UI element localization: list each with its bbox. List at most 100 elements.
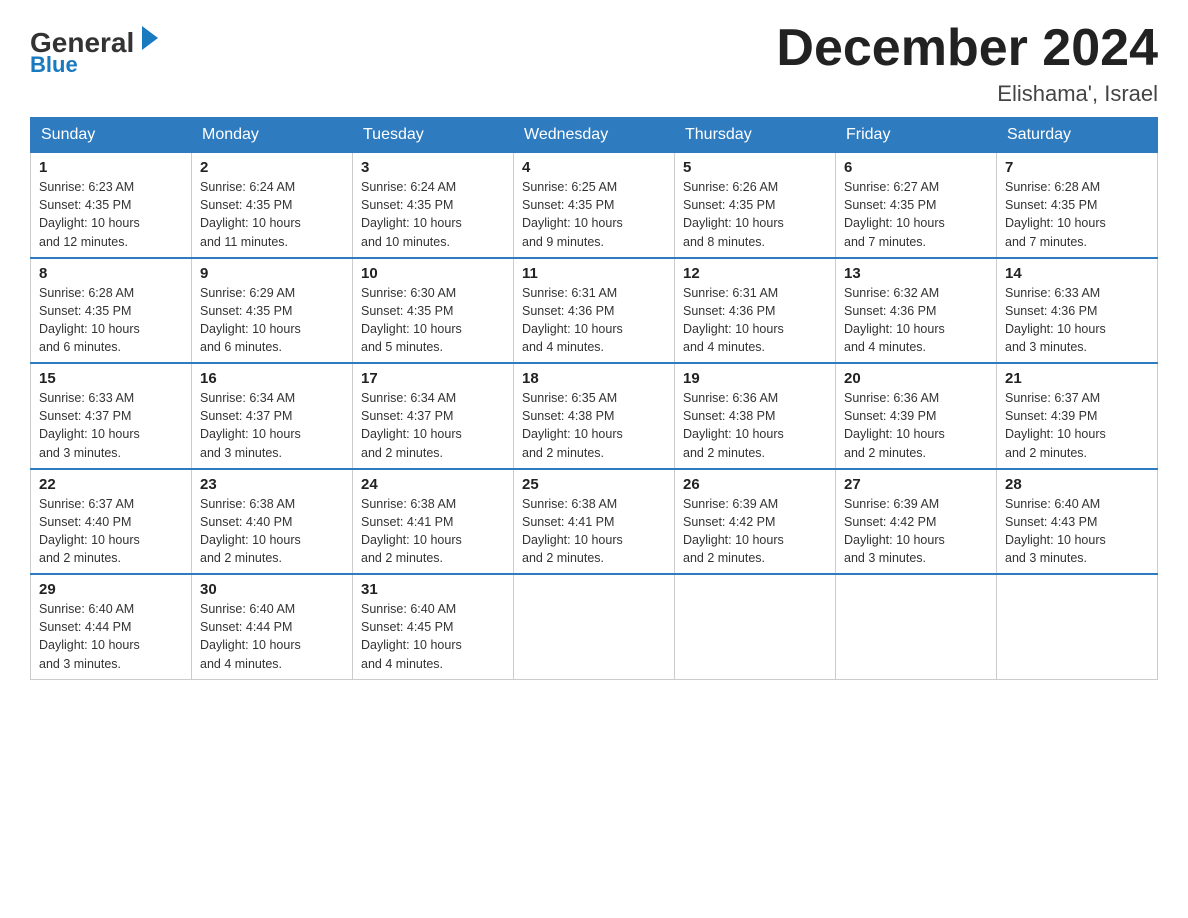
day-info: Sunrise: 6:31 AMSunset: 4:36 PMDaylight:… xyxy=(522,284,666,357)
day-info: Sunrise: 6:40 AMSunset: 4:44 PMDaylight:… xyxy=(39,600,183,673)
location: Elishama', Israel xyxy=(776,81,1158,107)
day-info: Sunrise: 6:37 AMSunset: 4:40 PMDaylight:… xyxy=(39,495,183,568)
calendar-cell: 25 Sunrise: 6:38 AMSunset: 4:41 PMDayligh… xyxy=(514,469,675,575)
calendar-cell: 4 Sunrise: 6:25 AMSunset: 4:35 PMDaylight… xyxy=(514,153,675,258)
day-number: 17 xyxy=(361,370,505,387)
calendar-cell: 11 Sunrise: 6:31 AMSunset: 4:36 PMDayligh… xyxy=(514,258,675,364)
day-info: Sunrise: 6:26 AMSunset: 4:35 PMDaylight:… xyxy=(683,178,827,251)
calendar-cell: 3 Sunrise: 6:24 AMSunset: 4:35 PMDaylight… xyxy=(353,153,514,258)
day-header-thursday: Thursday xyxy=(675,118,836,153)
day-info: Sunrise: 6:28 AMSunset: 4:35 PMDaylight:… xyxy=(1005,178,1149,251)
day-number: 3 xyxy=(361,159,505,176)
day-header-friday: Friday xyxy=(836,118,997,153)
day-number: 27 xyxy=(844,476,988,493)
page-header: General Blue December 2024 Elishama', Is… xyxy=(30,20,1158,107)
svg-text:Blue: Blue xyxy=(30,52,78,75)
calendar-cell: 16 Sunrise: 6:34 AMSunset: 4:37 PMDayligh… xyxy=(192,363,353,469)
day-info: Sunrise: 6:37 AMSunset: 4:39 PMDaylight:… xyxy=(1005,389,1149,462)
month-title: December 2024 xyxy=(776,20,1158,77)
day-number: 11 xyxy=(522,265,666,282)
week-row-1: 1Sunrise: 6:23 AMSunset: 4:35 PMDaylight… xyxy=(31,153,1158,258)
day-info: Sunrise: 6:34 AMSunset: 4:37 PMDaylight:… xyxy=(200,389,344,462)
calendar-cell: 27 Sunrise: 6:39 AMSunset: 4:42 PMDayligh… xyxy=(836,469,997,575)
day-number: 19 xyxy=(683,370,827,387)
day-header-sunday: Sunday xyxy=(31,118,192,153)
day-info: Sunrise: 6:24 AMSunset: 4:35 PMDaylight:… xyxy=(361,178,505,251)
day-number: 10 xyxy=(361,265,505,282)
day-number: 16 xyxy=(200,370,344,387)
day-info: Sunrise: 6:39 AMSunset: 4:42 PMDaylight:… xyxy=(844,495,988,568)
day-number: 23 xyxy=(200,476,344,493)
week-row-2: 8Sunrise: 6:28 AMSunset: 4:35 PMDaylight… xyxy=(31,258,1158,364)
day-number: 7 xyxy=(1005,159,1149,176)
calendar-cell: 20 Sunrise: 6:36 AMSunset: 4:39 PMDayligh… xyxy=(836,363,997,469)
day-info: Sunrise: 6:31 AMSunset: 4:36 PMDaylight:… xyxy=(683,284,827,357)
calendar-cell: 8Sunrise: 6:28 AMSunset: 4:35 PMDaylight… xyxy=(31,258,192,364)
calendar-cell: 28Sunrise: 6:40 AMSunset: 4:43 PMDayligh… xyxy=(997,469,1158,575)
day-number: 9 xyxy=(200,265,344,282)
week-row-5: 29 Sunrise: 6:40 AMSunset: 4:44 PMDayligh… xyxy=(31,574,1158,679)
calendar-cell xyxy=(675,574,836,679)
calendar-cell: 10Sunrise: 6:30 AMSunset: 4:35 PMDayligh… xyxy=(353,258,514,364)
day-header-monday: Monday xyxy=(192,118,353,153)
day-number: 26 xyxy=(683,476,827,493)
week-row-4: 22 Sunrise: 6:37 AMSunset: 4:40 PMDayligh… xyxy=(31,469,1158,575)
day-info: Sunrise: 6:33 AMSunset: 4:36 PMDaylight:… xyxy=(1005,284,1149,357)
calendar-cell: 5 Sunrise: 6:26 AMSunset: 4:35 PMDaylight… xyxy=(675,153,836,258)
day-info: Sunrise: 6:40 AMSunset: 4:43 PMDaylight:… xyxy=(1005,495,1149,568)
calendar-cell: 7 Sunrise: 6:28 AMSunset: 4:35 PMDaylight… xyxy=(997,153,1158,258)
day-info: Sunrise: 6:40 AMSunset: 4:45 PMDaylight:… xyxy=(361,600,505,673)
day-info: Sunrise: 6:27 AMSunset: 4:35 PMDaylight:… xyxy=(844,178,988,251)
day-number: 20 xyxy=(844,370,988,387)
day-number: 22 xyxy=(39,476,183,493)
day-number: 31 xyxy=(361,581,505,598)
day-header-saturday: Saturday xyxy=(997,118,1158,153)
day-number: 25 xyxy=(522,476,666,493)
day-info: Sunrise: 6:38 AMSunset: 4:41 PMDaylight:… xyxy=(522,495,666,568)
day-number: 18 xyxy=(522,370,666,387)
day-header-wednesday: Wednesday xyxy=(514,118,675,153)
day-info: Sunrise: 6:36 AMSunset: 4:39 PMDaylight:… xyxy=(844,389,988,462)
calendar-cell: 17 Sunrise: 6:34 AMSunset: 4:37 PMDayligh… xyxy=(353,363,514,469)
day-number: 8 xyxy=(39,265,183,282)
day-number: 29 xyxy=(39,581,183,598)
day-info: Sunrise: 6:34 AMSunset: 4:37 PMDaylight:… xyxy=(361,389,505,462)
calendar-cell: 26Sunrise: 6:39 AMSunset: 4:42 PMDayligh… xyxy=(675,469,836,575)
calendar-cell: 13 Sunrise: 6:32 AMSunset: 4:36 PMDayligh… xyxy=(836,258,997,364)
day-info: Sunrise: 6:38 AMSunset: 4:40 PMDaylight:… xyxy=(200,495,344,568)
day-info: Sunrise: 6:29 AMSunset: 4:35 PMDaylight:… xyxy=(200,284,344,357)
calendar-cell: 9 Sunrise: 6:29 AMSunset: 4:35 PMDaylight… xyxy=(192,258,353,364)
logo: General Blue xyxy=(30,20,160,75)
calendar-cell: 29 Sunrise: 6:40 AMSunset: 4:44 PMDayligh… xyxy=(31,574,192,679)
title-section: December 2024 Elishama', Israel xyxy=(776,20,1158,107)
calendar-cell: 22 Sunrise: 6:37 AMSunset: 4:40 PMDayligh… xyxy=(31,469,192,575)
calendar-cell: 6 Sunrise: 6:27 AMSunset: 4:35 PMDaylight… xyxy=(836,153,997,258)
calendar-cell: 14Sunrise: 6:33 AMSunset: 4:36 PMDayligh… xyxy=(997,258,1158,364)
day-number: 5 xyxy=(683,159,827,176)
day-number: 12 xyxy=(683,265,827,282)
day-info: Sunrise: 6:25 AMSunset: 4:35 PMDaylight:… xyxy=(522,178,666,251)
calendar-cell: 30Sunrise: 6:40 AMSunset: 4:44 PMDayligh… xyxy=(192,574,353,679)
day-info: Sunrise: 6:38 AMSunset: 4:41 PMDaylight:… xyxy=(361,495,505,568)
day-number: 30 xyxy=(200,581,344,598)
day-number: 2 xyxy=(200,159,344,176)
day-number: 6 xyxy=(844,159,988,176)
day-info: Sunrise: 6:23 AMSunset: 4:35 PMDaylight:… xyxy=(39,178,183,251)
day-header-tuesday: Tuesday xyxy=(353,118,514,153)
day-number: 13 xyxy=(844,265,988,282)
day-info: Sunrise: 6:24 AMSunset: 4:35 PMDaylight:… xyxy=(200,178,344,251)
calendar-cell: 2 Sunrise: 6:24 AMSunset: 4:35 PMDaylight… xyxy=(192,153,353,258)
day-number: 24 xyxy=(361,476,505,493)
calendar-cell: 23 Sunrise: 6:38 AMSunset: 4:40 PMDayligh… xyxy=(192,469,353,575)
calendar-cell xyxy=(836,574,997,679)
calendar-cell: 15Sunrise: 6:33 AMSunset: 4:37 PMDayligh… xyxy=(31,363,192,469)
day-info: Sunrise: 6:36 AMSunset: 4:38 PMDaylight:… xyxy=(683,389,827,462)
calendar-cell xyxy=(997,574,1158,679)
day-info: Sunrise: 6:32 AMSunset: 4:36 PMDaylight:… xyxy=(844,284,988,357)
day-number: 4 xyxy=(522,159,666,176)
day-number: 15 xyxy=(39,370,183,387)
logo-graphic: General Blue xyxy=(30,20,160,75)
header-row: SundayMondayTuesdayWednesdayThursdayFrid… xyxy=(31,118,1158,153)
calendar-cell: 18 Sunrise: 6:35 AMSunset: 4:38 PMDayligh… xyxy=(514,363,675,469)
day-info: Sunrise: 6:35 AMSunset: 4:38 PMDaylight:… xyxy=(522,389,666,462)
